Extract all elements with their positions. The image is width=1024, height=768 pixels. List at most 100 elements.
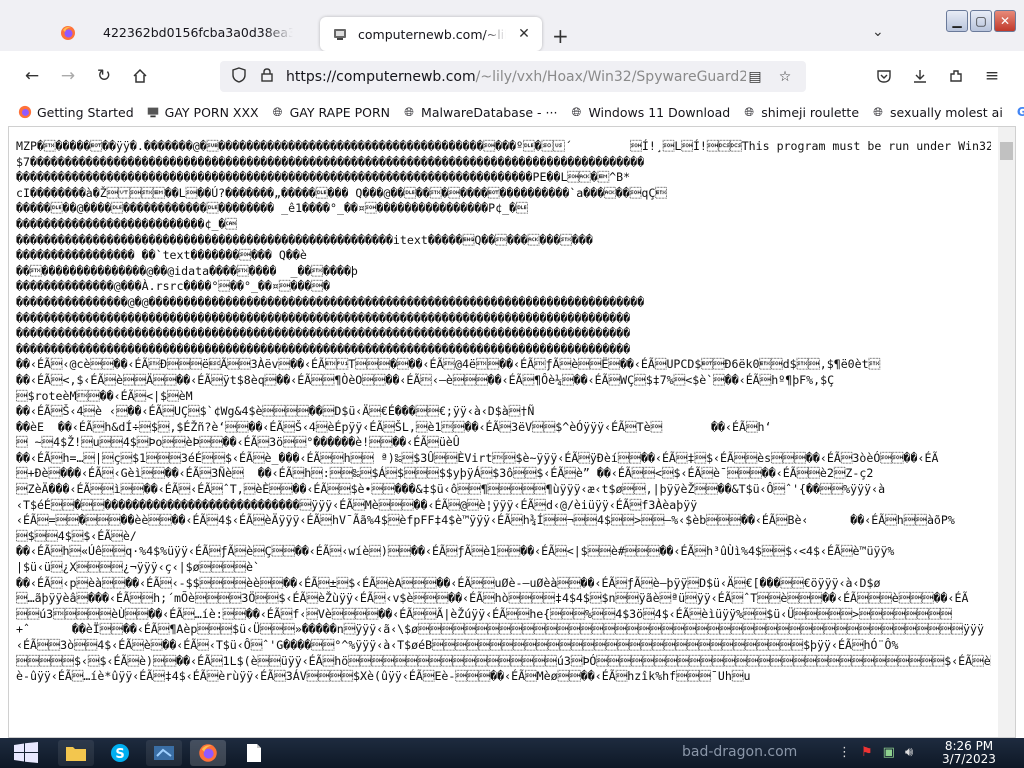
url-bar[interactable]: https://computernewb.com/~lily/vxh/Hoax/…	[220, 61, 806, 92]
bookmarks-toolbar: Getting Started GAY PORN XXX 🌐︎ GAY RAPE…	[0, 101, 1024, 123]
binary-line: ��‹ÉÃh=…|ç$13éÉ$‹ÉÃè_���‹ÉÃh…	[16, 450, 939, 465]
binary-text: MZP��������ÿÿ�.�������@��������������…	[16, 139, 991, 685]
binary-line: ����������������@�@���������������������…	[16, 294, 645, 309]
bookmark-item[interactable]: GAY PORN XXX	[146, 105, 259, 120]
binary-line: ����������������� ��`text���������� Q��…	[16, 248, 307, 263]
tab-inactive[interactable]: 422362bd0156fcba3a0d38ea3047	[46, 16, 308, 51]
binary-line: ��������������@���À.rsrc����°��°_��¤��…	[16, 279, 330, 294]
globe-icon: 🌐︎	[404, 104, 414, 119]
folder-icon[interactable]	[58, 740, 94, 766]
binary-line: +ˆ ��èÏ��‹ÉÃ¶Aèp$ü‹Ü»�����nÿÿÿ…	[16, 622, 984, 637]
tab-label: 422362bd0156fcba3a0d38ea3047	[103, 25, 293, 40]
binary-line: �������@������������������������ _ê1�…	[16, 201, 528, 216]
bookmark-item[interactable]: G later	[1015, 105, 1024, 120]
maximize-icon[interactable]: ▢	[970, 10, 992, 32]
app-icon[interactable]	[146, 740, 182, 766]
bookmark-item[interactable]: 🌐︎ shimeji roulette	[742, 105, 859, 120]
binary-line: $‹$‹ÉÃè)��‹ÉÃ1L$(èüÿÿ‹ÉÃhö…	[16, 653, 991, 668]
binary-line: ����������������������������������������…	[16, 310, 631, 325]
binary-line: ZèÄ���‹ÉÃì��‹ÉÃ‹ÉÃˆT,èÈ��‹ÉÃ…	[16, 482, 886, 497]
url-text[interactable]: https://computernewb.com/~lily/vxh/Hoax/…	[286, 69, 746, 85]
menu-icon[interactable]: ≡	[980, 64, 1004, 88]
binary-line: ����������������������������������������…	[16, 326, 631, 341]
binary-line: $7��������������������������������������…	[16, 154, 645, 169]
bookmark-item[interactable]: Getting Started	[18, 105, 134, 120]
taskbar: S bad-dragon.com ⋮ ⚑ ▣ 🔊︎ 8:26 PM 3/7/20…	[0, 738, 1024, 768]
window-controls: ▁ ▢ ✕	[946, 10, 1016, 32]
document-icon[interactable]	[236, 740, 272, 766]
tab-strip: 422362bd0156fcba3a0d38ea3047 computernew…	[0, 0, 1024, 51]
globe-icon: 🌐︎	[272, 104, 283, 119]
windows-logo-icon	[14, 742, 38, 763]
scrollbar[interactable]	[998, 127, 1015, 737]
reload-icon[interactable]: ↻	[92, 64, 116, 88]
chevron-down-icon[interactable]: ⌄	[872, 24, 884, 40]
bookmark-item[interactable]: 🌐︎ Windows 11 Download	[569, 104, 731, 120]
volume-icon[interactable]: 🔊︎	[905, 745, 913, 760]
bookmark-item[interactable]: 🌐︎ GAY RAPE PORN	[271, 105, 390, 120]
bookmark-item[interactable]: 🌐︎ MalwareDatabase - ···	[402, 105, 557, 120]
nav-bar: ← → ↻ https://computernewb.com/~lily/vxh…	[0, 51, 1024, 101]
binary-line: |$ü‹ü¿X¿¬ÿÿÿ‹ç‹|$øè`	[16, 560, 260, 575]
scrollbar-thumb[interactable]	[1000, 142, 1013, 160]
binary-line: $roteèM��‹ÉÃ<|$èM	[16, 388, 193, 403]
globe-icon: 🌐︎	[873, 104, 883, 119]
google-icon: G	[1016, 105, 1024, 119]
skype-icon[interactable]: S	[102, 740, 138, 766]
binary-line: MZP��������ÿÿ�.�������@��������������…	[16, 139, 991, 153]
globe-icon: 🌐︎	[571, 104, 582, 119]
binary-line: ‹ÉÃ3ò4$‹ÉÃè��‹ÉÃ‹T$ü‹Ôˆ'G����°…	[16, 638, 899, 652]
plus-icon[interactable]: +	[552, 24, 569, 48]
binary-line: ����������������������������������������…	[16, 170, 631, 185]
binary-line: ‹ÉÃ=���èè��‹ÉÃ4$‹ÉÃèÄÿÿÿ‹ÉÃhV…	[16, 513, 955, 528]
star-icon[interactable]: ☆	[776, 69, 794, 85]
binary-line: è-ûÿÿ‹ÉÃ…íè*ûÿÿ‹ÉÃ‡4$‹ÉÃèrùÿÿ‹ÉÃ3ÁV…	[16, 669, 751, 684]
bookmark-item[interactable]: 🌐︎ sexually molest ai	[871, 105, 1003, 120]
svg-text:S: S	[115, 747, 124, 762]
binary-line: ‹T$éÉ�����������������������������ÿ…	[16, 497, 698, 512]
lock-icon[interactable]	[258, 67, 276, 86]
binary-line:  ~4$Ž!u4$ÞoèÞ��‹ÉÃ3ö°������…	[16, 435, 460, 450]
computer-icon	[146, 105, 160, 119]
binary-line: ���������������������������¢_�	[16, 216, 237, 231]
binary-line: ��èE ��‹ÉÃh&dÍ÷$,$ÉŽñ?è‘��‹ÉÃŠ‹4è…	[16, 419, 772, 434]
reader-icon[interactable]: ▤	[746, 69, 764, 85]
network-icon[interactable]: ▣	[883, 745, 895, 760]
chevron-up-icon[interactable]: ⋮	[838, 745, 851, 760]
firefox-icon[interactable]	[190, 740, 226, 766]
page-content: MZP��������ÿÿ�.�������@��������������…	[8, 126, 1016, 738]
browser-window: 422362bd0156fcba3a0d38ea3047 computernew…	[0, 0, 1024, 738]
pocket-icon[interactable]	[872, 64, 896, 88]
extensions-icon[interactable]	[944, 64, 968, 88]
binary-line: …ãþÿÿèâ���‹ÉÃh;´mÕè3Ö$‹ÉÃèŽùÿ…	[16, 591, 969, 606]
binary-line: cI��������à�Ž ��L��Ú?�������„�����…	[16, 185, 667, 200]
binary-line: ��‹ÉÃh«Úêq·%4$%üÿÿ‹ÉÃƒÃèÇ��‹ÉÃ…	[16, 544, 895, 559]
flag-icon[interactable]: ⚑	[861, 745, 873, 760]
shield-icon[interactable]	[230, 66, 248, 87]
home-icon[interactable]	[128, 64, 152, 88]
binary-line: ����������������������������������������…	[16, 341, 631, 356]
binary-line: �����������������@��@idata�������� _��…	[16, 263, 358, 278]
tab-label: computernewb.com/~lily/vxh/H	[358, 26, 506, 42]
download-icon[interactable]	[908, 64, 932, 88]
binary-line: ú3èÙ��‹ÉÃ…íè:��‹ÉÃf‹Vè…	[16, 606, 991, 621]
firefox-icon	[18, 105, 32, 119]
binary-line: +Ðè���‹ÉÃ‹Gèì��‹ÉÃ3Ñè ��‹ÉÃh:…	[16, 466, 874, 481]
system-tray: ⋮ ⚑ ▣ 🔊︎	[838, 745, 913, 760]
close-icon[interactable]: ✕	[516, 26, 532, 42]
globe-icon: 🌐︎	[744, 104, 755, 119]
binary-line: ��‹ÉÃ‹pèà��‹ÉÃ‹-$$èè��‹ÉÃ±$…	[16, 575, 881, 590]
forward-icon[interactable]: →	[56, 64, 80, 88]
tab-active[interactable]: computernewb.com/~lily/vxh/H ✕	[320, 17, 542, 51]
tab-favicon-icon	[332, 26, 348, 42]
binary-line: $4$$‹ÉÃè/	[16, 528, 137, 543]
minimize-icon[interactable]: ▁	[946, 10, 968, 32]
watermark: bad-dragon.com	[682, 744, 798, 760]
start-button[interactable]	[6, 740, 46, 766]
binary-line: ��‹ÉÃ‹@cè��‹ÉÃÐëÃ3Àëv��‹ÉÃT…	[16, 357, 881, 372]
close-icon[interactable]: ✕	[994, 10, 1016, 32]
clock[interactable]: 8:26 PM 3/7/2023	[934, 740, 1004, 766]
binary-line: ��‹ÉÃ<,$‹ÉÃèÄ��‹ÉÃÿt$8èq��‹ÉÃ¶…	[16, 372, 835, 387]
binary-line: ��‹ÉÃŠ‹4è ‹��‹ÉÃUÇ$`¢Wg&4$è��D…	[16, 404, 535, 419]
back-icon[interactable]: ←	[20, 64, 44, 88]
